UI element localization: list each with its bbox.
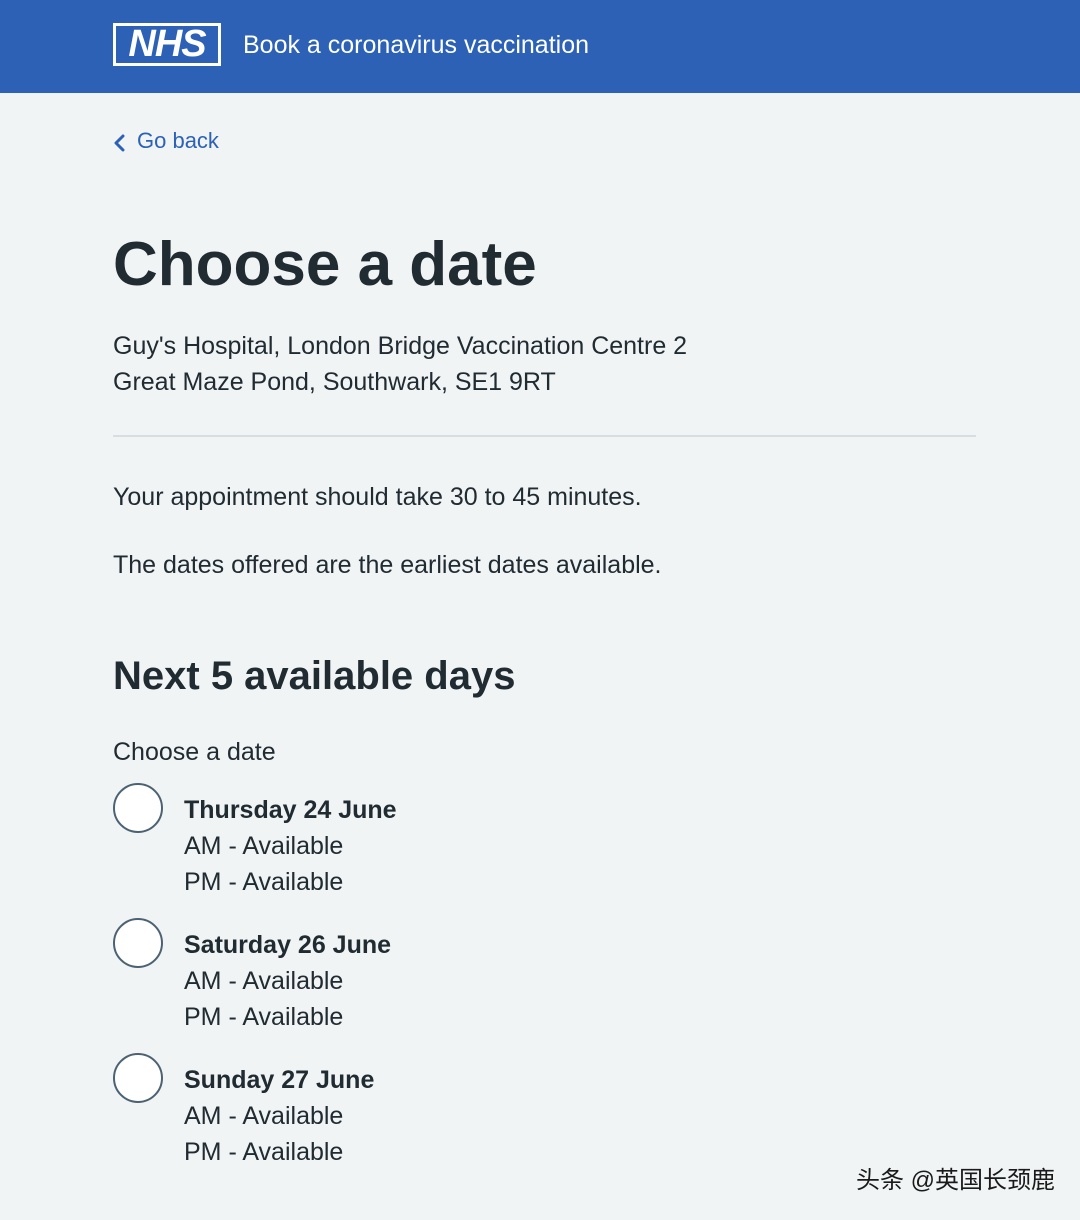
- option-am-availability: AM - Available: [184, 832, 344, 860]
- service-name[interactable]: Book a coronavirus vaccination: [243, 28, 589, 62]
- go-back-link[interactable]: Go back: [113, 128, 219, 154]
- date-option-saturday-26-june[interactable]: Saturday 26 June AM - Available PM - Ava…: [113, 918, 613, 1038]
- address-line-1: Guy's Hospital, London Bridge Vaccinatio…: [113, 332, 688, 360]
- chevron-left-icon: [113, 132, 127, 152]
- centre-address: Guy's Hospital, London Bridge Vaccinatio…: [113, 328, 687, 400]
- radio-button[interactable]: [113, 783, 163, 833]
- nhs-logo-text: NHS: [116, 25, 218, 63]
- option-date-label[interactable]: Sunday 27 June: [184, 1063, 374, 1097]
- available-days-heading: Next 5 available days: [113, 654, 516, 698]
- date-option-sunday-27-june[interactable]: Sunday 27 June AM - Available PM - Avail…: [113, 1053, 613, 1173]
- radio-button[interactable]: [113, 918, 163, 968]
- option-pm-availability: PM - Available: [184, 1138, 344, 1166]
- option-date-label[interactable]: Thursday 24 June: [184, 793, 397, 827]
- radio-button[interactable]: [113, 1053, 163, 1103]
- duration-text: Your appointment should take 30 to 45 mi…: [113, 483, 642, 511]
- address-line-2: Great Maze Pond, Southwark, SE1 9RT: [113, 368, 556, 396]
- earliest-dates-text: The dates offered are the earliest dates…: [113, 551, 662, 579]
- date-option-thursday-24-june[interactable]: Thursday 24 June AM - Available PM - Ava…: [113, 783, 613, 903]
- go-back-label: Go back: [137, 128, 219, 153]
- section-divider: [113, 435, 976, 437]
- option-pm-availability: PM - Available: [184, 1003, 344, 1031]
- watermark: 头条 @英国长颈鹿: [855, 1167, 1055, 1194]
- option-date-label[interactable]: Saturday 26 June: [184, 928, 391, 962]
- date-fieldset-legend: Choose a date: [113, 738, 276, 766]
- site-header: NHS Book a coronavirus vaccination: [0, 0, 1080, 93]
- option-pm-availability: PM - Available: [184, 868, 344, 896]
- option-am-availability: AM - Available: [184, 967, 344, 995]
- page-title: Choose a date: [113, 230, 537, 299]
- option-am-availability: AM - Available: [184, 1102, 344, 1130]
- nhs-logo[interactable]: NHS: [113, 23, 221, 66]
